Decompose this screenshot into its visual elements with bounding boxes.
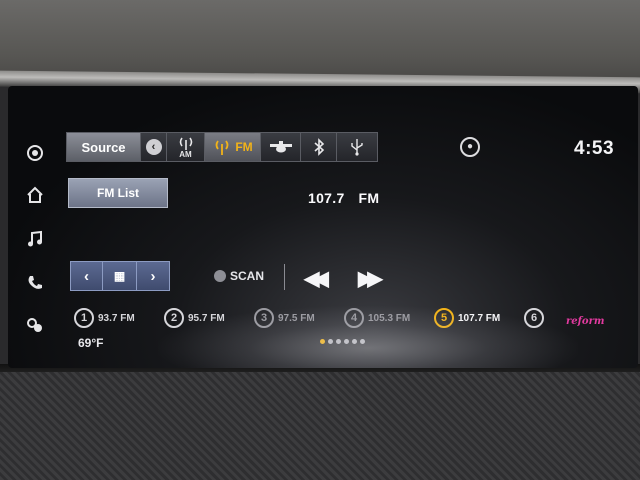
satellite-icon	[269, 141, 292, 153]
preset-number: 3	[254, 308, 274, 328]
source-tab-bar: Source ‹ AM FM	[66, 132, 378, 162]
preset-5[interactable]: 5 107.7 FM	[434, 308, 500, 328]
station-logo: reform	[566, 316, 605, 327]
preset-3[interactable]: 3 97.5 FM	[254, 308, 315, 328]
settings-gear-icon[interactable]: ●	[460, 137, 480, 157]
chevron-right-icon: ›	[150, 267, 156, 285]
preset-station: 107.7 FM	[458, 312, 501, 324]
preset-number: 2	[164, 308, 184, 328]
preset-1[interactable]: 1 93.7 FM	[74, 308, 135, 328]
scan-label: SCAN	[230, 269, 265, 283]
control-divider	[284, 264, 285, 290]
am-antenna-icon	[179, 137, 192, 150]
page-dot	[328, 339, 333, 344]
bluetooth-icon	[313, 138, 324, 156]
tab-fm[interactable]: FM	[205, 133, 261, 161]
preset-station: 105.3 FM	[368, 312, 411, 324]
page-dot	[336, 339, 341, 344]
infotainment-screen: Source ‹ AM FM ● 4:53 FM List 107.7 FM ‹ …	[8, 86, 638, 368]
music-note-icon[interactable]	[24, 230, 46, 252]
fm-list-button[interactable]: FM List	[68, 178, 168, 208]
tab-am-label: AM	[179, 149, 192, 159]
clock: 4:53	[574, 138, 615, 159]
preset-4[interactable]: 4 105.3 FM	[344, 308, 410, 328]
rewind-icon: ◀◀	[304, 268, 329, 290]
seek-back-button[interactable]: ◀◀	[304, 266, 329, 291]
keypad-icon: ▦	[113, 269, 126, 283]
preset-number: 6	[524, 308, 544, 328]
preset-2[interactable]: 2 95.7 FM	[164, 308, 225, 328]
tab-satellite[interactable]	[261, 133, 301, 161]
sidebar	[16, 138, 54, 348]
page-dot	[360, 339, 365, 344]
dashboard-top	[0, 0, 640, 80]
now-playing-frequency: 107.7 FM	[308, 190, 379, 206]
preset-number: 5	[434, 308, 454, 328]
scan-button[interactable]: SCAN	[214, 269, 264, 283]
preset-number: 4	[344, 308, 364, 328]
outside-temperature: 69°F	[78, 336, 104, 350]
home-icon[interactable]	[24, 186, 46, 208]
tune-down-button[interactable]: ‹	[71, 262, 103, 290]
preset-station: 97.5 FM	[278, 312, 315, 324]
tab-fm-label: FM	[235, 140, 253, 154]
tab-bluetooth[interactable]	[301, 133, 337, 161]
page-indicator	[320, 339, 368, 344]
back-icon: ‹	[145, 139, 162, 155]
page-dot	[320, 339, 325, 344]
direct-tune-button[interactable]: ▦	[103, 262, 137, 290]
frequency-band: FM	[358, 190, 380, 206]
fm-antenna-icon	[215, 140, 229, 155]
source-button[interactable]: Source	[67, 133, 141, 161]
phone-icon[interactable]	[24, 274, 46, 296]
usb-icon	[351, 139, 363, 156]
chevron-left-icon: ‹	[84, 267, 89, 285]
preset-number: 1	[74, 308, 94, 328]
preset-station: 93.7 FM	[98, 312, 135, 324]
frequency-value: 107.7	[308, 190, 345, 206]
tune-controls: ‹ ▦ ›	[70, 261, 170, 291]
preset-row: 1 93.7 FM 2 95.7 FM 3 97.5 FM 4 105.3 FM…	[68, 304, 608, 336]
tab-am[interactable]: AM	[167, 133, 205, 161]
tab-back[interactable]: ‹	[141, 133, 167, 161]
tune-up-button[interactable]: ›	[137, 262, 169, 290]
seek-forward-button[interactable]: ▶▶	[358, 266, 383, 291]
carbon-fiber-trim	[0, 372, 640, 480]
page-dot	[344, 339, 349, 344]
page-dot	[352, 339, 357, 344]
camera-icon[interactable]	[24, 144, 46, 166]
scan-indicator-icon	[214, 270, 226, 282]
tab-usb[interactable]	[337, 133, 377, 161]
preset-6[interactable]: 6	[524, 308, 548, 328]
apps-icon[interactable]	[24, 316, 46, 338]
preset-station: 95.7 FM	[188, 312, 225, 324]
fast-forward-icon: ▶▶	[358, 268, 383, 290]
